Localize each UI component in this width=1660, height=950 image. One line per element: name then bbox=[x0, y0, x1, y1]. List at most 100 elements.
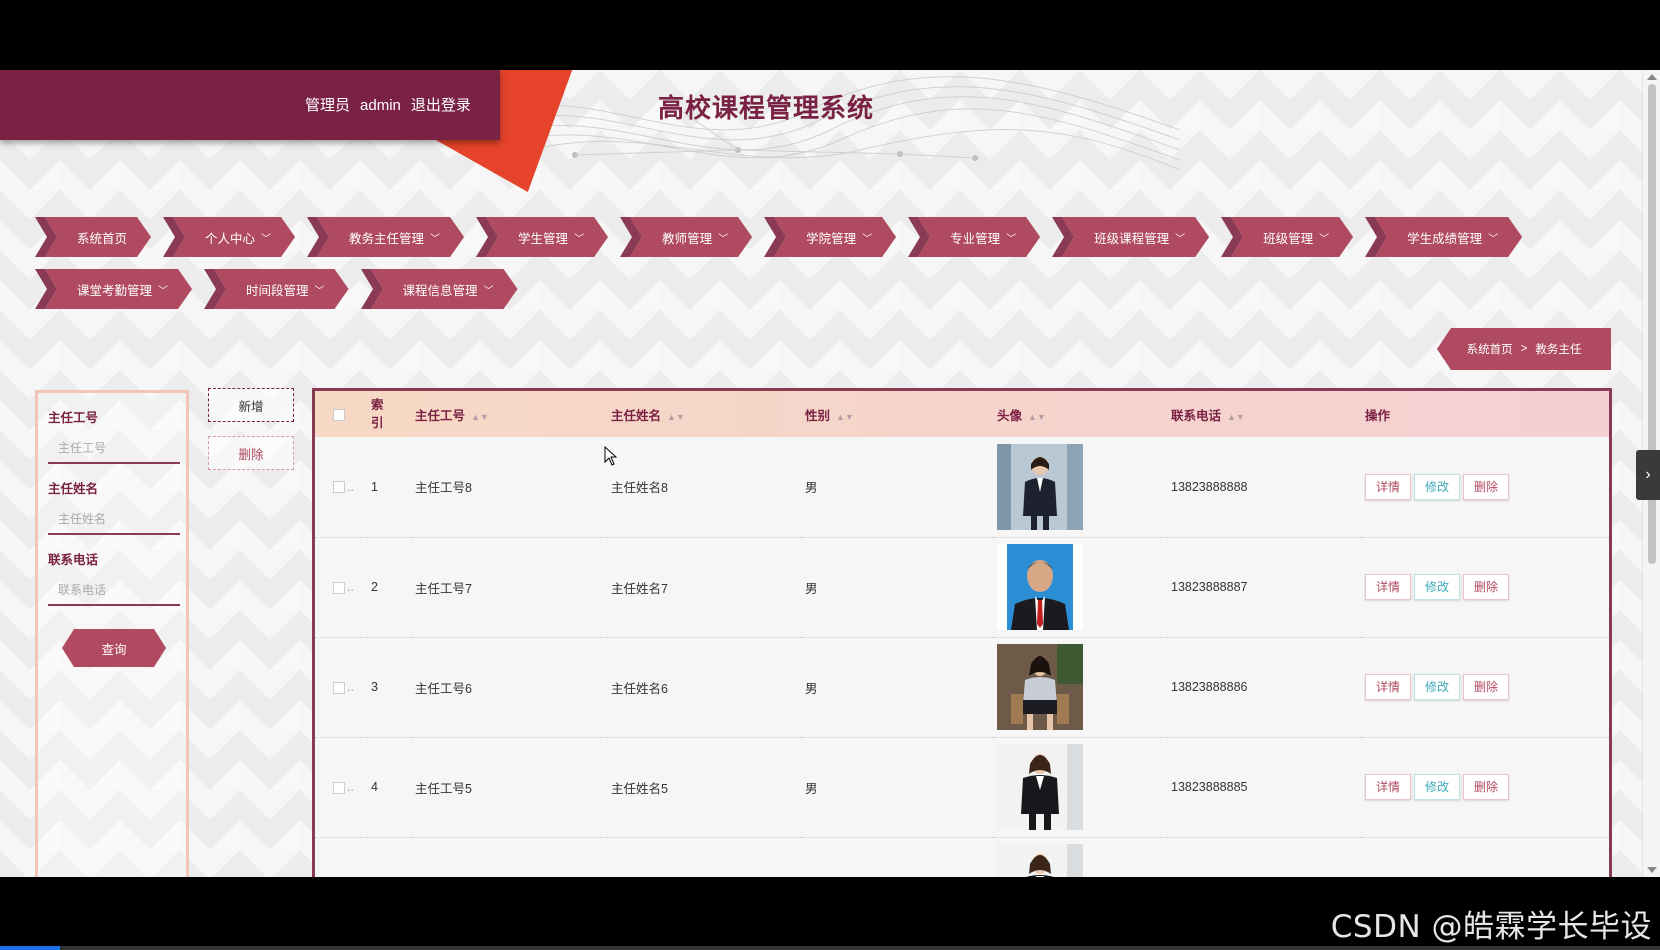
add-button[interactable]: 新增 bbox=[208, 388, 294, 422]
chevron-down-icon: ﹀ bbox=[718, 233, 729, 245]
row-checkbox[interactable] bbox=[333, 681, 345, 694]
nav-button[interactable]: 个人中心 ﹀ bbox=[179, 217, 295, 257]
sort-icon[interactable]: ▲▼ bbox=[667, 412, 685, 422]
edit-button[interactable]: 修改 bbox=[1414, 574, 1460, 600]
search-phone-label: 联系电话 bbox=[48, 553, 99, 567]
nav-item[interactable]: 系统首页 bbox=[35, 215, 151, 259]
cell-gender: 男 bbox=[801, 437, 993, 538]
col-index: 索引 bbox=[371, 398, 384, 430]
delete-button[interactable]: 删除 bbox=[1463, 674, 1509, 700]
delete-button[interactable]: 删除 bbox=[1463, 774, 1509, 800]
select-all-checkbox[interactable] bbox=[333, 408, 345, 421]
chevron-down-icon: ﹀ bbox=[574, 233, 585, 245]
sort-icon[interactable]: ▲▼ bbox=[1227, 412, 1245, 422]
side-panel-toggle-icon[interactable]: › bbox=[1636, 450, 1660, 500]
col-id[interactable]: 主任工号 ▲▼ bbox=[411, 391, 607, 437]
nav-button[interactable]: 学生成绩管理 ﹀ bbox=[1381, 217, 1522, 257]
nav-item[interactable]: 专业管理 ﹀ bbox=[908, 215, 1040, 259]
data-table: 索引 主任工号 ▲▼ 主任姓名 ▲▼ 性别 ▲▼ 头像 ▲▼ 联系电话 ▲▼ 操作 .. 1… bbox=[312, 388, 1612, 877]
nav-item[interactable]: 班级课程管理 ﹀ bbox=[1052, 215, 1209, 259]
nav-item[interactable]: 课堂考勤管理 ﹀ bbox=[35, 267, 192, 311]
nav-button[interactable]: 教务主任管理 ﹀ bbox=[323, 217, 464, 257]
cell-id: 主任工号7 bbox=[411, 537, 607, 638]
nav-item[interactable]: 教师管理 ﹀ bbox=[620, 215, 752, 259]
sort-icon[interactable]: ▲▼ bbox=[836, 412, 854, 422]
nav-item[interactable]: 教务主任管理 ﹀ bbox=[307, 215, 464, 259]
search-name-input[interactable] bbox=[48, 505, 180, 535]
nav-item[interactable]: 学生成绩管理 ﹀ bbox=[1365, 215, 1522, 259]
user-role: 管理员 bbox=[305, 97, 351, 114]
nav-item[interactable]: 个人中心 ﹀ bbox=[163, 215, 295, 259]
nav-button[interactable]: 教师管理 ﹀ bbox=[636, 217, 752, 257]
delete-button[interactable]: 删除 bbox=[1463, 473, 1509, 500]
row-checkbox[interactable] bbox=[333, 781, 345, 794]
edit-button[interactable]: 修改 bbox=[1414, 473, 1460, 500]
col-phone[interactable]: 联系电话 ▲▼ bbox=[1167, 391, 1361, 437]
page-viewport: 管理员 admin 退出登录 高校课程管理系统 系统首页 个人中心 ﹀ 教务主任管理 ﹀ 学生… bbox=[0, 70, 1660, 877]
nav-button[interactable]: 学院管理 ﹀ bbox=[780, 217, 896, 257]
chevron-down-icon: ﹀ bbox=[1175, 233, 1186, 245]
edit-button[interactable]: 修改 bbox=[1414, 774, 1460, 800]
chevron-down-icon: ﹀ bbox=[314, 285, 325, 297]
scroll-down-icon[interactable] bbox=[1647, 867, 1657, 873]
sort-icon[interactable]: ▲▼ bbox=[1028, 412, 1046, 422]
nav-row-2: 课堂考勤管理 ﹀ 时间段管理 ﹀ 课程信息管理 ﹀ bbox=[35, 267, 1535, 311]
nav-button[interactable]: 课程信息管理 ﹀ bbox=[377, 269, 518, 309]
row-checkbox[interactable] bbox=[333, 481, 345, 494]
detail-button[interactable]: 详情 bbox=[1365, 774, 1411, 800]
cell-avatar bbox=[993, 537, 1167, 638]
table-row[interactable]: .. 4 主任工号5 主任姓名5 男 13823888885 详情 修改 删除 bbox=[315, 737, 1609, 838]
cell-phone: 13823888886 bbox=[1167, 637, 1361, 738]
detail-button[interactable]: 详情 bbox=[1365, 473, 1411, 500]
edit-button[interactable]: 修改 bbox=[1414, 674, 1460, 700]
chevron-down-icon: ﹀ bbox=[1006, 233, 1017, 245]
cell-index: 2 bbox=[367, 537, 411, 638]
nav-button[interactable]: 班级课程管理 ﹀ bbox=[1068, 217, 1209, 257]
nav-item[interactable]: 班级管理 ﹀ bbox=[1221, 215, 1353, 259]
table-row[interactable]: .. 3 主任工号6 主任姓名6 男 13823888886 详情 修改 删除 bbox=[315, 637, 1609, 738]
nav-label: 教务主任管理 bbox=[349, 231, 425, 246]
user-name: admin bbox=[360, 97, 401, 114]
breadcrumb-home[interactable]: 系统首页 bbox=[1467, 341, 1513, 357]
cell-id: 主任工号5 bbox=[411, 737, 607, 838]
cell-name: 主任姓名8 bbox=[607, 437, 801, 538]
row-checkbox-ellipsis: .. bbox=[347, 479, 354, 494]
table-row[interactable]: .. 2 主任工号7 主任姓名7 男 13823888887 详情 修改 删除 bbox=[315, 537, 1609, 638]
nav-label: 课堂考勤管理 bbox=[77, 283, 153, 298]
cell-phone: 13823888888 bbox=[1167, 437, 1361, 538]
nav-button[interactable]: 时间段管理 ﹀ bbox=[220, 269, 349, 309]
nav-row-1: 系统首页 个人中心 ﹀ 教务主任管理 ﹀ 学生管理 ﹀ 教师管理 ﹀ 学院管理 ﹀ 专业管理 ﹀ 班级课程… bbox=[35, 215, 1535, 259]
search-id-label: 主任工号 bbox=[48, 411, 99, 425]
logout-link[interactable]: 退出登录 bbox=[411, 97, 471, 114]
col-gender[interactable]: 性别 ▲▼ bbox=[801, 391, 993, 437]
scroll-up-icon[interactable] bbox=[1647, 74, 1657, 80]
search-id-input[interactable] bbox=[48, 434, 180, 464]
sort-icon[interactable]: ▲▼ bbox=[471, 412, 489, 422]
nav-button[interactable]: 学生管理 ﹀ bbox=[492, 217, 608, 257]
nav-item[interactable]: 学院管理 ﹀ bbox=[764, 215, 896, 259]
nav-item[interactable]: 课程信息管理 ﹀ bbox=[360, 267, 518, 311]
batch-delete-button[interactable]: 删除 bbox=[208, 436, 294, 470]
col-name[interactable]: 主任姓名 ▲▼ bbox=[607, 391, 801, 437]
cell-ops: 详情 修改 删除 bbox=[1361, 437, 1609, 538]
col-avatar[interactable]: 头像 ▲▼ bbox=[993, 391, 1167, 437]
nav-item[interactable]: 时间段管理 ﹀ bbox=[204, 267, 349, 311]
detail-button[interactable]: 详情 bbox=[1365, 574, 1411, 600]
nav-button[interactable]: 专业管理 ﹀ bbox=[924, 217, 1040, 257]
delete-button[interactable]: 删除 bbox=[1463, 574, 1509, 600]
avatar bbox=[997, 744, 1083, 830]
nav-button[interactable]: 班级管理 ﹀ bbox=[1237, 217, 1353, 257]
nav-item[interactable]: 学生管理 ﹀ bbox=[476, 215, 608, 259]
cell-name: 主任姓名7 bbox=[607, 537, 801, 638]
nav-button[interactable]: 课堂考勤管理 ﹀ bbox=[51, 269, 192, 309]
table-row[interactable]: .. 1 主任工号8 主任姓名8 男 13823888888 详情 修改 删除 bbox=[315, 437, 1609, 538]
screen-bottom-bar: CSDN @皓霖学长毕设 bbox=[0, 877, 1660, 950]
row-checkbox[interactable] bbox=[333, 581, 345, 594]
search-phone-input[interactable] bbox=[48, 576, 180, 606]
row-checkbox-ellipsis: .. bbox=[347, 780, 354, 794]
nav-button[interactable]: 系统首页 bbox=[51, 217, 151, 257]
watermark: CSDN @皓霖学长毕设 bbox=[1330, 909, 1652, 945]
detail-button[interactable]: 详情 bbox=[1365, 674, 1411, 700]
query-button[interactable]: 查询 bbox=[62, 629, 166, 667]
cell-gender: 男 bbox=[801, 637, 993, 738]
